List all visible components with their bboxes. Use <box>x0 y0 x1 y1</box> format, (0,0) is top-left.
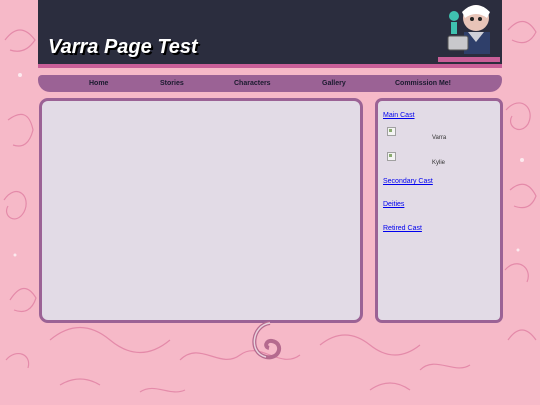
mascot-image <box>438 5 500 62</box>
sidebar-panel: Main Cast Varra Kylie Secondary Cast Dei… <box>375 98 503 323</box>
character-name-kylie: Kylie <box>432 160 446 166</box>
header-banner: Varra Page Test <box>38 0 502 68</box>
deities-link[interactable]: Deities <box>383 201 404 208</box>
nav-home[interactable]: Home <box>89 80 108 87</box>
main-cast-link[interactable]: Main Cast <box>383 112 415 119</box>
nav-characters[interactable]: Characters <box>234 80 271 87</box>
nav-bar: Home Stories Characters Gallery Commissi… <box>38 75 502 92</box>
decorative-swirl-icon <box>252 321 282 360</box>
retired-cast-link[interactable]: Retired Cast <box>383 225 422 232</box>
secondary-cast-link[interactable]: Secondary Cast <box>383 178 433 185</box>
nav-stories[interactable]: Stories <box>160 80 184 87</box>
site-title: Varra Page Test <box>48 36 198 58</box>
character-name-varra: Varra <box>432 135 447 141</box>
nav-gallery[interactable]: Gallery <box>322 80 346 87</box>
nav-commission[interactable]: Commission Me! <box>395 80 451 87</box>
main-content-panel <box>39 98 363 323</box>
broken-image-icon[interactable] <box>387 127 396 136</box>
broken-image-icon[interactable] <box>387 152 396 161</box>
